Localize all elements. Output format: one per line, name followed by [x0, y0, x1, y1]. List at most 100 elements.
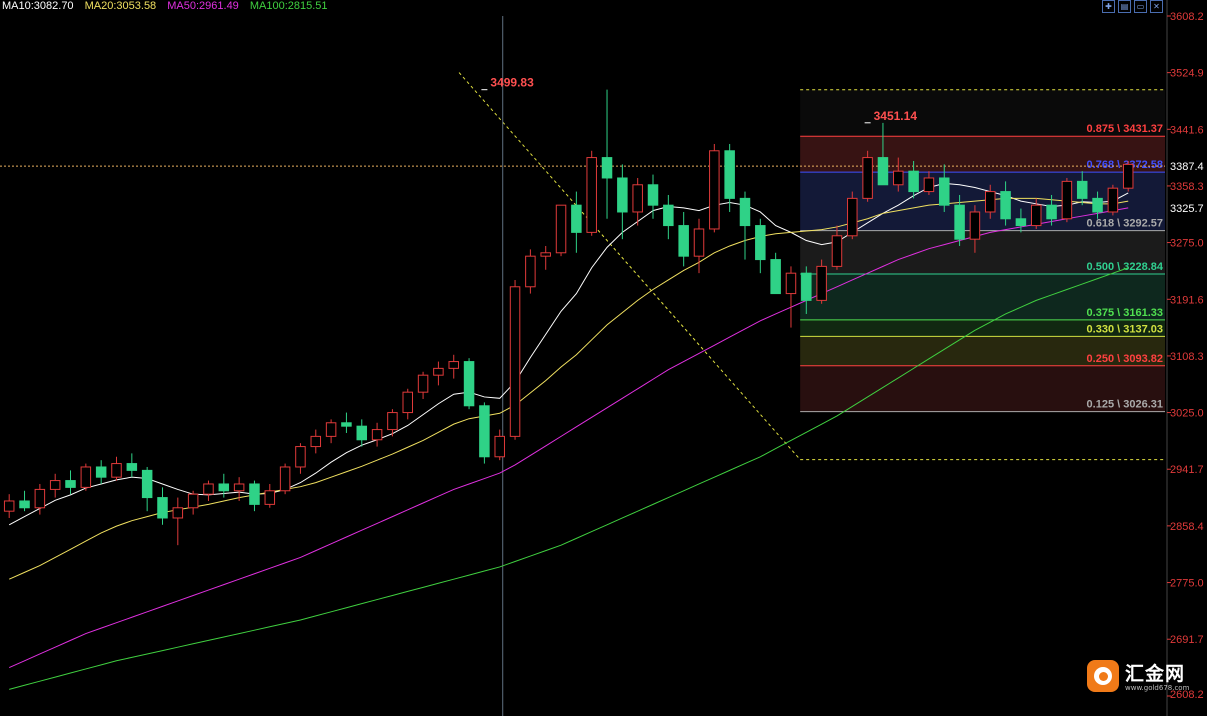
current-price-label: 3387.4 — [1170, 161, 1204, 173]
candle-body — [770, 259, 781, 295]
candle-body — [1122, 163, 1134, 189]
candle-body — [1046, 204, 1057, 220]
watermark: 汇金网 www.gold678.com — [1087, 659, 1189, 692]
candle-body — [417, 374, 429, 393]
candle-body — [571, 204, 582, 233]
ma-legend: MA10:3082.70 MA20:3053.58 MA50:2961.49 M… — [2, 0, 336, 14]
fib-level-label: 0.618 \ 3292.57 — [1087, 218, 1163, 230]
candle-body — [1000, 191, 1011, 220]
fib-level-label: 0.125 \ 3026.31 — [1087, 399, 1163, 411]
candle-body — [141, 469, 153, 499]
legend-ma10: MA10:3082.70 — [2, 0, 74, 12]
candle-body — [433, 367, 444, 376]
candle-body — [218, 483, 230, 492]
candle-body — [402, 391, 414, 414]
candle-body — [877, 157, 889, 186]
candle-body — [448, 361, 459, 369]
window-icon[interactable]: ▭ — [1134, 0, 1147, 13]
candle-body — [509, 286, 521, 437]
legend-ma50: MA50:2961.49 — [167, 0, 239, 12]
y-tick-label: 3608.2 — [1170, 11, 1204, 23]
secondary-price-label: 3325.7 — [1170, 203, 1204, 215]
candle-body — [187, 493, 199, 509]
crosshair-icon[interactable]: ✚ — [1102, 0, 1115, 13]
candle-body — [678, 225, 689, 257]
candle-body — [831, 235, 843, 267]
candle-body — [279, 466, 291, 492]
candle-body — [847, 197, 858, 237]
legend-ma20: MA20:3053.58 — [84, 0, 157, 12]
candle-body — [647, 184, 659, 206]
candle-body — [601, 157, 613, 179]
candle-body — [34, 488, 46, 509]
high-label: 3451.14 — [874, 109, 918, 123]
candle-body — [984, 191, 996, 213]
candle-body — [295, 446, 306, 468]
candle-body — [387, 412, 398, 431]
candle-body — [617, 177, 628, 213]
gold678-logo-icon — [1087, 659, 1119, 692]
candle-body — [203, 483, 214, 495]
chart-toolbar: ✚ ▤ ▭ ✕ — [1102, 0, 1163, 13]
candle-body — [555, 204, 567, 254]
y-tick-label: 3108.3 — [1170, 351, 1204, 363]
legend-ma100: MA100:2815.51 — [249, 0, 328, 12]
candle-body — [663, 204, 674, 227]
watermark-url: www.gold678.com — [1125, 684, 1190, 692]
candle-body — [172, 507, 184, 519]
candle-body — [19, 500, 30, 509]
candle-body — [954, 204, 965, 240]
candle-body — [1061, 180, 1073, 220]
candle-body — [785, 272, 797, 295]
candle-body — [463, 361, 475, 407]
candle-body — [233, 483, 245, 492]
y-tick-label: 2775.0 — [1170, 578, 1204, 590]
candle-body — [939, 177, 950, 206]
candle-body — [80, 466, 92, 488]
candle-body — [969, 211, 981, 240]
candle-body — [693, 228, 705, 257]
fib-level-label: 0.250 \ 3093.82 — [1087, 353, 1163, 365]
candle-body — [356, 425, 368, 441]
candle-body — [709, 150, 720, 230]
y-tick-label: 2858.4 — [1170, 521, 1204, 533]
fib-level-label: 0.875 \ 3431.37 — [1087, 123, 1163, 135]
candle-body — [923, 177, 935, 193]
y-tick-label: 2691.7 — [1170, 634, 1204, 646]
candle-body — [111, 463, 122, 478]
candle-body — [908, 170, 919, 193]
candle-body — [801, 272, 812, 301]
candle-body — [65, 480, 76, 488]
candle-body — [816, 265, 827, 301]
candle-body — [325, 422, 337, 437]
candle-body — [494, 435, 505, 458]
candle-body — [739, 197, 751, 227]
close-icon[interactable]: ✕ — [1150, 0, 1163, 13]
candle-body — [264, 490, 276, 505]
candlestick-chart[interactable]: 3608.2 3524.9 3441.6 3358.3 3275.0 3191.6 3108… — [0, 0, 1207, 716]
candle-body — [371, 429, 383, 441]
candle-body — [1076, 180, 1088, 199]
y-tick-label: 3275.0 — [1170, 238, 1204, 250]
candle-body — [49, 480, 61, 490]
fib-level-label: 0.330 \ 3137.03 — [1087, 323, 1163, 335]
y-tick-label: 3358.3 — [1170, 181, 1204, 193]
watermark-name: 汇金网 — [1125, 663, 1186, 685]
candle-body — [310, 435, 322, 448]
doc-icon[interactable]: ▤ — [1118, 0, 1131, 13]
y-tick-label: 3441.6 — [1170, 124, 1204, 136]
y-tick-label: 3191.6 — [1170, 294, 1204, 306]
candle-body — [724, 150, 735, 199]
candle-body — [1092, 197, 1103, 213]
candle-body — [862, 157, 873, 199]
candle-body — [1030, 204, 1042, 227]
candle-body — [540, 252, 551, 257]
candle-body — [1107, 187, 1119, 213]
candle-body — [525, 255, 536, 288]
candle-body — [341, 422, 352, 427]
fib-level-label: 0.375 \ 3161.33 — [1087, 307, 1163, 319]
candle-body — [126, 463, 138, 471]
candle-body — [3, 500, 15, 512]
candle-body — [479, 405, 490, 458]
y-tick-label: 2941.7 — [1170, 464, 1204, 476]
